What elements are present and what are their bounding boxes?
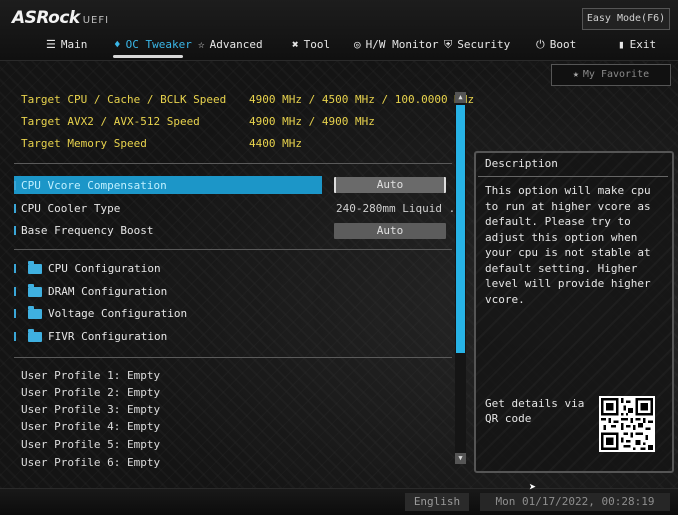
item-marker xyxy=(14,264,16,273)
folder-icon xyxy=(28,283,42,297)
divider xyxy=(478,176,668,177)
target-cpu-label: Target CPU / Cache / BCLK Speed xyxy=(21,93,227,106)
divider xyxy=(14,357,452,358)
tab-security[interactable]: ⛨ Security xyxy=(444,36,510,54)
fivr-configuration-menu[interactable]: FIVR Configuration xyxy=(14,328,167,343)
exit-icon: ▮ xyxy=(618,38,625,51)
base-frequency-boost-value[interactable]: Auto xyxy=(334,223,446,239)
item-marker xyxy=(14,287,16,296)
tool-icon: ✖ xyxy=(292,38,299,51)
user-profile-2[interactable]: User Profile 2: Empty xyxy=(21,386,160,399)
easy-mode-button[interactable]: Easy Mode(F6) xyxy=(582,8,670,30)
description-title: Description xyxy=(485,157,558,170)
cpu-vcore-compensation-label[interactable]: CPU Vcore Compensation xyxy=(21,179,167,192)
item-marker xyxy=(14,309,16,318)
folder-icon xyxy=(28,305,42,319)
qr-caption: Get details via QR code xyxy=(485,397,585,425)
tab-tool[interactable]: ✖ Tool xyxy=(292,36,330,54)
shield-icon: ⛨ xyxy=(444,38,453,51)
power-icon: ⏻ xyxy=(536,38,545,51)
date-time: Mon 01/17/2022, 00:28:19 xyxy=(480,493,670,511)
divider xyxy=(14,249,452,250)
item-marker xyxy=(14,181,16,190)
scroll-up-arrow-icon[interactable]: ▲ xyxy=(455,92,466,103)
cpu-configuration-menu[interactable]: CPU Configuration xyxy=(14,260,161,275)
user-profile-4[interactable]: User Profile 4: Empty xyxy=(21,420,160,433)
my-favorite-button[interactable]: ★ My Favorite xyxy=(551,64,671,86)
cpu-vcore-compensation-value[interactable]: Auto xyxy=(334,177,446,193)
user-profile-3[interactable]: User Profile 3: Empty xyxy=(21,403,160,416)
tab-main[interactable]: ☰ Main xyxy=(46,36,87,54)
target-memory-label: Target Memory Speed xyxy=(21,137,147,150)
flame-icon: ♦ xyxy=(114,38,121,51)
mouse-cursor-icon: ➤ xyxy=(529,480,537,494)
qr-code-icon xyxy=(599,396,655,452)
active-tab-indicator xyxy=(113,55,183,58)
list-icon: ☰ xyxy=(46,38,56,51)
cpu-cooler-type-label[interactable]: CPU Cooler Type xyxy=(21,202,120,215)
item-marker xyxy=(14,332,16,341)
divider xyxy=(14,163,452,164)
scroll-down-arrow-icon[interactable]: ▼ xyxy=(455,453,466,464)
monitor-icon: ◎ xyxy=(354,38,361,51)
scrollbar-thumb[interactable] xyxy=(456,105,465,353)
dram-configuration-menu[interactable]: DRAM Configuration xyxy=(14,283,167,298)
tab-oc-tweaker[interactable]: ♦ OC Tweaker xyxy=(114,36,192,54)
user-profile-6[interactable]: User Profile 6: Empty xyxy=(21,456,160,469)
voltage-configuration-menu[interactable]: Voltage Configuration xyxy=(14,305,187,320)
cpu-cooler-type-value[interactable]: 240-280mm Liquid ... xyxy=(336,202,468,215)
user-profile-5[interactable]: User Profile 5: Empty xyxy=(21,438,160,451)
tab-hw-monitor[interactable]: ◎ H/W Monitor xyxy=(354,36,438,54)
target-cpu-value: 4900 MHz / 4500 MHz / 100.0000 MHz xyxy=(249,93,475,106)
item-marker xyxy=(14,204,16,213)
user-profile-1[interactable]: User Profile 1: Empty xyxy=(21,369,160,382)
base-frequency-boost-label[interactable]: Base Frequency Boost xyxy=(21,224,153,237)
description-text: This option will make cpu to run at high… xyxy=(485,184,651,306)
target-avx-label: Target AVX2 / AVX-512 Speed xyxy=(21,115,200,128)
target-memory-value: 4400 MHz xyxy=(249,137,302,150)
tab-boot[interactable]: ⏻ Boot xyxy=(536,36,576,54)
asrock-logo: ASRock UEFI xyxy=(12,8,110,28)
target-avx-value: 4900 MHz / 4900 MHz xyxy=(249,115,375,128)
folder-icon xyxy=(28,328,42,342)
tab-advanced[interactable]: ☆ Advanced xyxy=(198,36,263,54)
star-icon: ★ xyxy=(572,69,579,80)
tab-exit[interactable]: ▮ Exit xyxy=(618,36,656,54)
folder-icon xyxy=(28,260,42,274)
language-selector[interactable]: English xyxy=(405,493,469,511)
item-marker xyxy=(14,226,16,235)
star-icon: ☆ xyxy=(198,38,205,51)
